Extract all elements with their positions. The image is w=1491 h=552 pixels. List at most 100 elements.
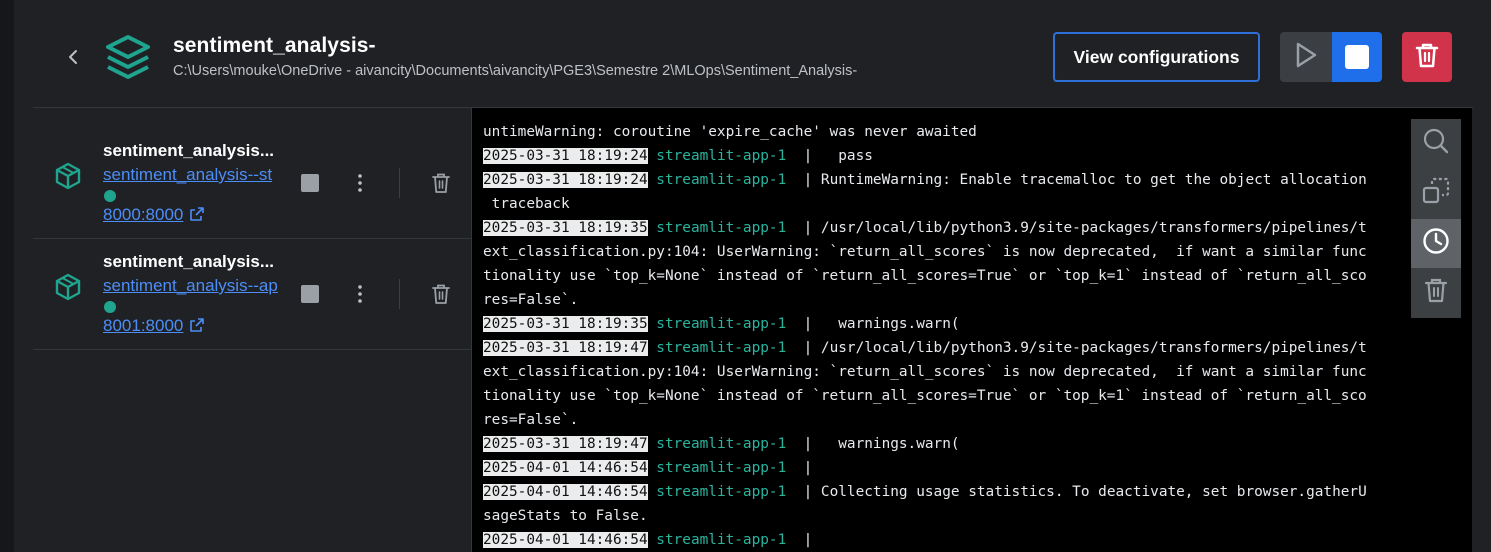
log-toolbar	[1411, 119, 1461, 318]
log-message: sageStats to False.	[483, 508, 648, 524]
container-list: sentiment_analysis... sentiment_analysis…	[33, 108, 471, 552]
log-timestamp: 2025-04-01 14:46:54	[483, 532, 648, 548]
container-name: sentiment_analysis...	[103, 141, 275, 160]
copy-icon	[1422, 177, 1450, 210]
search-logs-button[interactable]	[1411, 119, 1461, 168]
log-service: streamlit-app-1	[656, 484, 787, 500]
log-message: tionality use `top_k=None` instead of `r…	[483, 388, 1367, 404]
log-line: 2025-03-31 18:19:35 streamlit-app-1 | /u…	[483, 216, 1403, 240]
log-message: tionality use `top_k=None` instead of `r…	[483, 268, 1367, 284]
container-name: sentiment_analysis...	[103, 252, 275, 271]
log-timestamp: 2025-03-31 18:19:24	[483, 172, 648, 188]
log-message: | pass	[786, 148, 873, 164]
log-line: 2025-04-01 14:46:54 streamlit-app-1 |	[483, 456, 1403, 480]
log-line: traceback	[483, 192, 1403, 216]
log-line: res=False`.	[483, 288, 1403, 312]
stop-button[interactable]	[1332, 32, 1382, 82]
log-line: 2025-04-01 14:46:54 streamlit-app-1 |	[483, 528, 1403, 552]
trash-icon	[1415, 42, 1439, 73]
copy-logs-button[interactable]	[1411, 169, 1461, 218]
port-link[interactable]: 8001:8000	[103, 316, 205, 338]
container-stop-icon[interactable]	[301, 285, 319, 303]
log-line: 2025-03-31 18:19:47 streamlit-app-1 | /u…	[483, 336, 1403, 360]
log-service: streamlit-app-1	[656, 148, 787, 164]
page-title: sentiment_analysis-	[173, 34, 376, 57]
log-message: | warnings.warn(	[786, 436, 960, 452]
log-timestamp: 2025-03-31 18:19:35	[483, 316, 648, 332]
external-link-icon	[189, 317, 205, 338]
play-icon	[1295, 42, 1317, 73]
log-service: streamlit-app-1	[656, 340, 787, 356]
compose-stack-icon	[103, 33, 153, 81]
divider	[399, 168, 400, 198]
start-button[interactable]	[1280, 32, 1332, 82]
log-message: | /usr/local/lib/python3.9/site-packages…	[786, 220, 1367, 236]
log-service: streamlit-app-1	[656, 532, 787, 548]
port-link[interactable]: 8000:8000	[103, 205, 205, 227]
log-timestamp: 2025-03-31 18:19:47	[483, 436, 648, 452]
log-message: res=False`.	[483, 292, 579, 308]
back-chevron-icon[interactable]	[63, 44, 85, 70]
container-image-link[interactable]: sentiment_analysis--st	[103, 165, 281, 185]
log-message: | /usr/local/lib/python3.9/site-packages…	[786, 340, 1367, 356]
log-message: ext_classification.py:104: UserWarning: …	[483, 364, 1367, 380]
clock-icon	[1422, 227, 1450, 260]
log-line: tionality use `top_k=None` instead of `r…	[483, 264, 1403, 288]
log-timestamp: 2025-04-01 14:46:54	[483, 460, 648, 476]
more-options-icon[interactable]	[351, 170, 369, 196]
clear-logs-button[interactable]	[1411, 268, 1461, 317]
log-lines: untimeWarning: coroutine 'expire_cache' …	[483, 120, 1403, 552]
container-icon	[53, 272, 83, 302]
log-message: res=False`.	[483, 412, 579, 428]
search-icon	[1422, 127, 1450, 160]
status-running-dot	[104, 190, 116, 202]
container-stop-icon[interactable]	[301, 174, 319, 192]
trash-icon	[1424, 277, 1448, 308]
log-service: streamlit-app-1	[656, 220, 787, 236]
log-message: | Collecting usage statistics. To deacti…	[786, 484, 1367, 500]
log-line: tionality use `top_k=None` instead of `r…	[483, 384, 1403, 408]
log-timestamp: 2025-03-31 18:19:47	[483, 340, 648, 356]
log-message: untimeWarning: coroutine 'expire_cache' …	[483, 124, 977, 140]
left-sidebar-strip	[0, 0, 14, 552]
divider	[399, 279, 400, 309]
log-timestamp: 2025-03-31 18:19:35	[483, 220, 648, 236]
project-path: C:\Users\mouke\OneDrive - aivancity\Docu…	[173, 63, 858, 79]
log-message: |	[786, 532, 813, 548]
log-timestamp: 2025-03-31 18:19:24	[483, 148, 648, 164]
log-line: ext_classification.py:104: UserWarning: …	[483, 360, 1403, 384]
container-icon	[53, 161, 83, 191]
log-line: 2025-04-01 14:46:54 streamlit-app-1 | Co…	[483, 480, 1403, 504]
log-line: 2025-03-31 18:19:24 streamlit-app-1 | Ru…	[483, 168, 1403, 192]
container-row[interactable]: sentiment_analysis... sentiment_analysis…	[33, 239, 471, 350]
container-row[interactable]: sentiment_analysis... sentiment_analysis…	[33, 128, 471, 239]
log-line: sageStats to False.	[483, 504, 1403, 528]
log-service: streamlit-app-1	[656, 172, 787, 188]
view-configurations-button[interactable]: View configurations	[1053, 32, 1260, 82]
delete-button[interactable]	[1402, 32, 1452, 82]
log-output-panel[interactable]: untimeWarning: coroutine 'expire_cache' …	[471, 108, 1472, 552]
status-running-dot	[104, 301, 116, 313]
log-message: |	[786, 460, 813, 476]
container-header: sentiment_analysis- C:\Users\mouke\OneDr…	[33, 0, 1473, 108]
port-label: 8001:8000	[103, 316, 184, 335]
log-message: ext_classification.py:104: UserWarning: …	[483, 244, 1367, 260]
port-label: 8000:8000	[103, 205, 184, 224]
container-trash-icon[interactable]	[431, 172, 451, 194]
log-service: streamlit-app-1	[656, 316, 787, 332]
log-message: | warnings.warn(	[786, 316, 960, 332]
more-options-icon[interactable]	[351, 281, 369, 307]
log-line: 2025-03-31 18:19:24 streamlit-app-1 | pa…	[483, 144, 1403, 168]
log-message: traceback	[483, 196, 570, 212]
log-service: streamlit-app-1	[656, 436, 787, 452]
container-trash-icon[interactable]	[431, 283, 451, 305]
log-line: 2025-03-31 18:19:47 streamlit-app-1 | wa…	[483, 432, 1403, 456]
log-timestamp: 2025-04-01 14:46:54	[483, 484, 648, 500]
timestamps-toggle[interactable]	[1411, 219, 1461, 268]
external-link-icon	[189, 206, 205, 227]
log-message: | RuntimeWarning: Enable tracemalloc to …	[786, 172, 1367, 188]
log-service: streamlit-app-1	[656, 460, 787, 476]
container-image-link[interactable]: sentiment_analysis--ap	[103, 276, 281, 296]
log-line: res=False`.	[483, 408, 1403, 432]
log-line: 2025-03-31 18:19:35 streamlit-app-1 | wa…	[483, 312, 1403, 336]
